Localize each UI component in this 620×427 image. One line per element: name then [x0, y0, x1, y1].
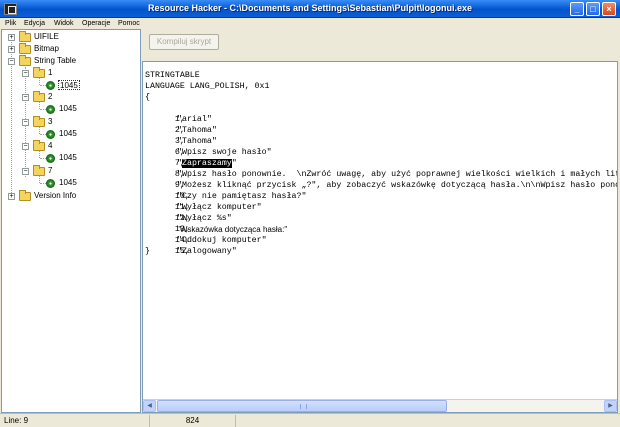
folder-icon	[19, 190, 31, 201]
menu-operacje[interactable]: Operacje	[82, 18, 110, 29]
expand-icon[interactable]: +	[8, 46, 15, 53]
code-line: LANGUAGE LANG_POLISH, 0x1	[145, 82, 270, 91]
collapse-icon[interactable]: −	[8, 58, 15, 65]
code-line: 10, "Czy nie pamiętasz hasła?"	[174, 192, 307, 201]
scroll-right-icon[interactable]: ▶	[604, 400, 617, 412]
code-line: 13, "Wskazówka dotycząca hasła:"	[174, 225, 288, 234]
gear-icon	[46, 154, 55, 163]
tree-item-label: 7	[48, 166, 53, 175]
horizontal-scrollbar[interactable]: ◀ ▶	[143, 399, 617, 412]
code-line: {	[145, 93, 150, 102]
maximize-button[interactable]: □	[586, 2, 600, 16]
code-line: 1, "arial"	[174, 115, 212, 124]
tree-item-label: Version Info	[34, 191, 77, 200]
collapse-icon[interactable]: −	[22, 94, 29, 101]
compile-script-button[interactable]: Kompiluj skrypt	[149, 34, 219, 50]
tree-item-label: 1045	[59, 104, 77, 113]
gear-icon	[46, 105, 55, 114]
title-bar[interactable]: Resource Hacker - C:\Documents and Setti…	[0, 0, 620, 18]
folder-open-icon	[19, 55, 31, 66]
collapse-icon[interactable]: −	[22, 168, 29, 175]
collapse-icon[interactable]: −	[22, 70, 29, 77]
tree-item-label: UIFILE	[34, 32, 59, 41]
code-line: STRINGTABLE	[145, 71, 200, 80]
folder-open-icon	[33, 91, 45, 102]
code-line: 8, "Wpisz hasło ponownie. \nZwróć uwagę, …	[174, 170, 618, 179]
expand-icon[interactable]: +	[8, 193, 15, 200]
tree-item-label: 1045	[59, 178, 77, 187]
status-position: 824	[150, 415, 236, 427]
tree-item-label: 2	[48, 92, 53, 101]
window-title: Resource Hacker - C:\Documents and Setti…	[147, 3, 473, 13]
folder-icon	[19, 31, 31, 42]
resource-tree[interactable]: + UIFILE + Bitmap − String Table − 1 104…	[1, 29, 141, 413]
close-button[interactable]: ×	[602, 2, 616, 16]
code-line: 9, "Możesz kliknąć przycisk „?", aby zoba…	[174, 181, 617, 190]
folder-open-icon	[33, 67, 45, 78]
tree-item-label: 4	[48, 141, 53, 150]
collapse-icon[interactable]: −	[22, 119, 29, 126]
code-line: 6, "Wpisz swoje hasło"	[174, 148, 272, 157]
code-line: 7, "Zapraszamy"	[174, 159, 237, 168]
tree-item-label: 1045	[58, 80, 80, 90]
folder-open-icon	[33, 165, 45, 176]
scrollbar-thumb[interactable]	[157, 400, 447, 412]
code-line: 15, "Zalogowany"	[174, 247, 237, 256]
scroll-left-icon[interactable]: ◀	[143, 400, 156, 412]
code-line: 11, "Wyłącz komputer"	[174, 203, 262, 212]
code-line: 3, "Tahoma"	[174, 137, 217, 146]
tree-item-label: 3	[48, 117, 53, 126]
code-line: 12, "Wyłącz %s"	[174, 214, 232, 223]
gear-icon	[46, 179, 55, 188]
status-line: Line: 9	[0, 415, 150, 427]
tree-item-label: 1045	[59, 129, 77, 138]
gear-icon	[46, 81, 55, 90]
folder-icon	[19, 43, 31, 54]
minimize-button[interactable]: _	[570, 2, 584, 16]
code-line: 14, "Oddokuj komputer"	[174, 236, 267, 245]
code-line: }	[145, 247, 150, 256]
menu-plik[interactable]: Plik	[5, 18, 16, 29]
expand-icon[interactable]: +	[8, 34, 15, 41]
folder-open-icon	[33, 140, 45, 151]
gear-icon	[46, 130, 55, 139]
menu-pomoc[interactable]: Pomoc	[118, 18, 140, 29]
collapse-icon[interactable]: −	[22, 143, 29, 150]
menu-edycja[interactable]: Edycja	[24, 18, 45, 29]
tree-item-label: String Table	[34, 56, 77, 65]
tree-item-label: 1045	[59, 153, 77, 162]
script-editor[interactable]: STRINGTABLE LANGUAGE LANG_POLISH, 0x1 { …	[142, 61, 618, 413]
menu-widok[interactable]: Widok	[54, 18, 73, 29]
folder-open-icon	[33, 116, 45, 127]
menu-bar: Plik Edycja Widok Operacje Pomoc	[0, 18, 620, 29]
code-line: 2, "Tahoma"	[174, 126, 217, 135]
status-bar: Line: 9 824	[0, 413, 620, 427]
tree-item-label: Bitmap	[34, 44, 59, 53]
selected-text: Zapraszamy	[181, 159, 232, 168]
editor-panel: Kompiluj skrypt STRINGTABLE LANGUAGE LAN…	[142, 29, 618, 413]
tree-item-label: 1	[48, 68, 53, 77]
